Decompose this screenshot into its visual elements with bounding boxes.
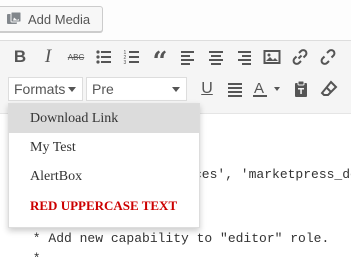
numbered-list-icon: 1 2 3 bbox=[124, 50, 139, 66]
formats-dropdown[interactable]: Formats bbox=[8, 77, 83, 101]
code-line: * Add new capability to "editor" role. bbox=[25, 231, 330, 246]
italic-icon: I bbox=[44, 46, 52, 67]
text-color-icon: A bbox=[253, 80, 280, 97]
link-icon bbox=[292, 49, 308, 65]
add-media-button[interactable]: Add Media bbox=[0, 6, 103, 32]
code-line: * bbox=[25, 251, 41, 266]
toolbar-row-1: B I ABC 1 2 3 “ bbox=[0, 41, 351, 77]
image-icon bbox=[263, 50, 281, 64]
chevron-down-icon bbox=[68, 87, 76, 92]
bullet-list-icon bbox=[96, 50, 111, 64]
menu-item-alertbox[interactable]: AlertBox bbox=[9, 162, 199, 191]
link-button[interactable] bbox=[286, 43, 314, 71]
formats-menu: Download Link My Test AlertBox Red Upper… bbox=[8, 103, 200, 228]
menu-item-download-link[interactable]: Download Link bbox=[9, 104, 199, 133]
toolbar-row-2: Formats Pre U A bbox=[0, 73, 351, 105]
block-format-value: Pre bbox=[92, 81, 114, 97]
paste-text-icon bbox=[295, 80, 307, 97]
add-media-label: Add Media bbox=[28, 11, 91, 27]
menu-item-red-uppercase-text[interactable]: Red Uppercase Text bbox=[9, 191, 199, 220]
unlink-icon bbox=[320, 49, 336, 65]
blockquote-icon: “ bbox=[152, 47, 168, 77]
clear-formatting-icon bbox=[320, 80, 338, 96]
clear-formatting-button[interactable] bbox=[315, 75, 343, 103]
chevron-down-icon bbox=[172, 87, 180, 92]
svg-text:3: 3 bbox=[124, 60, 127, 66]
menu-item-label: My Test bbox=[30, 139, 76, 155]
italic-button[interactable]: I bbox=[34, 43, 62, 71]
bullet-list-button[interactable] bbox=[90, 43, 118, 71]
align-left-icon bbox=[181, 51, 194, 65]
svg-text:A: A bbox=[254, 80, 264, 97]
align-center-button[interactable] bbox=[202, 43, 230, 71]
text-color-button[interactable]: A bbox=[249, 75, 287, 103]
menu-item-label: AlertBox bbox=[30, 168, 83, 184]
code-line: ces', 'marketpress_dea bbox=[194, 167, 351, 182]
menu-item-my-test[interactable]: My Test bbox=[9, 133, 199, 162]
media-icon bbox=[6, 11, 22, 27]
justify-icon bbox=[228, 83, 242, 97]
menu-item-label: Red Uppercase Text bbox=[30, 197, 178, 213]
image-button[interactable] bbox=[258, 43, 286, 71]
align-right-button[interactable] bbox=[230, 43, 258, 71]
align-left-button[interactable] bbox=[174, 43, 202, 71]
block-format-select[interactable]: Pre bbox=[86, 77, 187, 101]
strikethrough-button[interactable]: ABC bbox=[62, 43, 90, 71]
bold-icon: B bbox=[13, 47, 27, 66]
blockquote-button[interactable]: “ bbox=[146, 43, 174, 77]
unlink-button[interactable] bbox=[314, 43, 342, 71]
strikethrough-icon: ABC bbox=[67, 52, 85, 62]
align-center-icon bbox=[209, 51, 223, 65]
underline-icon: U bbox=[201, 80, 213, 97]
align-right-icon bbox=[238, 51, 251, 65]
justify-button[interactable] bbox=[221, 75, 249, 103]
formats-label: Formats bbox=[14, 81, 66, 97]
underline-button[interactable]: U bbox=[193, 75, 221, 103]
bold-button[interactable]: B bbox=[6, 43, 34, 71]
paste-text-button[interactable] bbox=[287, 75, 315, 103]
numbered-list-button[interactable]: 1 2 3 bbox=[118, 43, 146, 71]
menu-item-label: Download Link bbox=[30, 110, 119, 126]
